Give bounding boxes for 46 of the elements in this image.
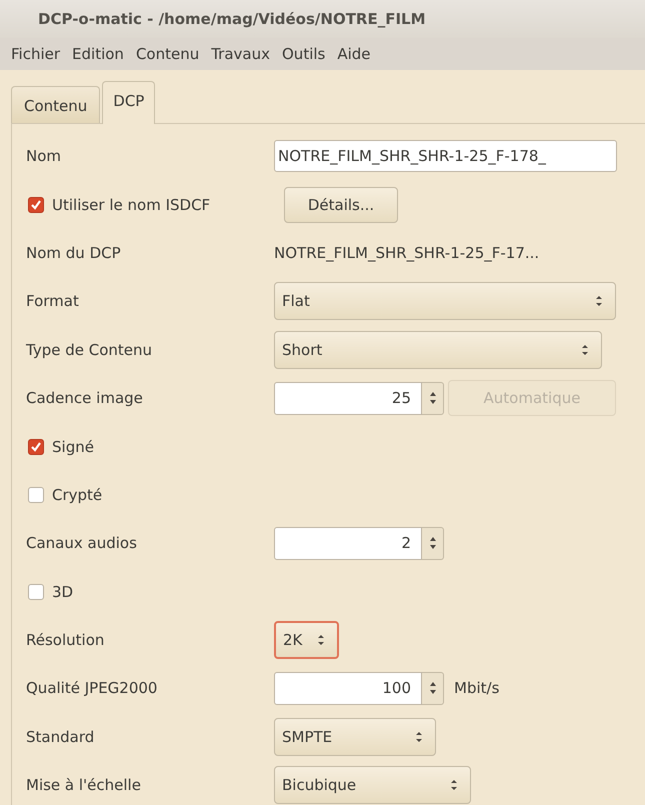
checkbox-label: Signé [52, 438, 95, 456]
checkbox[interactable] [28, 584, 44, 600]
window-title: DCP-o-matic - /home/mag/Vidéos/NOTRE_FILM [38, 10, 426, 28]
tab[interactable]: Contenu [11, 86, 100, 123]
dropdown[interactable]: SMPTE [274, 718, 436, 756]
dcp-name-value: NOTRE_FILM_SHR_SHR-1-25_F-17... [274, 244, 540, 262]
name-field[interactable]: NOTRE_FILM_SHR_SHR-1-25_F-178_ [274, 140, 617, 172]
menu-item[interactable]: Outils [277, 45, 332, 63]
menu-item[interactable]: Edition [67, 45, 131, 63]
field-label: Mise à l'échelle [26, 776, 142, 794]
checkbox[interactable] [28, 196, 44, 213]
field-label: Cadence image [26, 389, 144, 408]
field-label: Qualité JPEG2000 [26, 679, 158, 698]
unit-label: Mbit/s [454, 679, 500, 698]
field-label: Standard [26, 728, 96, 746]
details-button[interactable]: Détails... [284, 186, 398, 223]
checkbox[interactable] [28, 438, 44, 455]
field-label: Nom du DCP [26, 244, 122, 262]
updown-icon [450, 778, 458, 792]
dropdown[interactable]: Bicubique [274, 766, 471, 804]
updown-icon [415, 730, 423, 744]
spin-arrows-icon[interactable] [422, 526, 444, 560]
dropdown[interactable]: Short [274, 330, 602, 369]
updown-icon [595, 294, 603, 308]
checkbox-label: Crypté [52, 486, 104, 504]
spin-arrows-icon[interactable] [422, 382, 444, 415]
updown-icon [581, 342, 589, 357]
checkbox-label: 3D [52, 582, 74, 601]
field-label: Type de Contenu [26, 340, 154, 359]
menu-item[interactable]: Contenu [130, 45, 206, 63]
tab[interactable]: DCP [102, 81, 156, 124]
field-label: Résolution [26, 631, 106, 650]
spin-arrows-icon[interactable] [422, 672, 444, 705]
dropdown[interactable]: Flat [274, 282, 616, 320]
dropdown[interactable]: 2K [274, 621, 339, 660]
spin-field[interactable]: 100 [274, 672, 422, 705]
updown-icon [317, 633, 325, 648]
menu-item[interactable]: Travaux [206, 45, 277, 63]
field-label: Canaux audios [26, 534, 138, 552]
checkbox-label: Utiliser le nom ISDCF [52, 196, 212, 214]
field-label: Nom [26, 147, 62, 166]
field-label: Format [26, 292, 80, 310]
menu-item[interactable]: Aide [332, 45, 378, 63]
spin-field[interactable]: 2 [274, 526, 422, 560]
menu-item[interactable]: Fichier [6, 45, 68, 63]
checkbox[interactable] [28, 486, 44, 503]
